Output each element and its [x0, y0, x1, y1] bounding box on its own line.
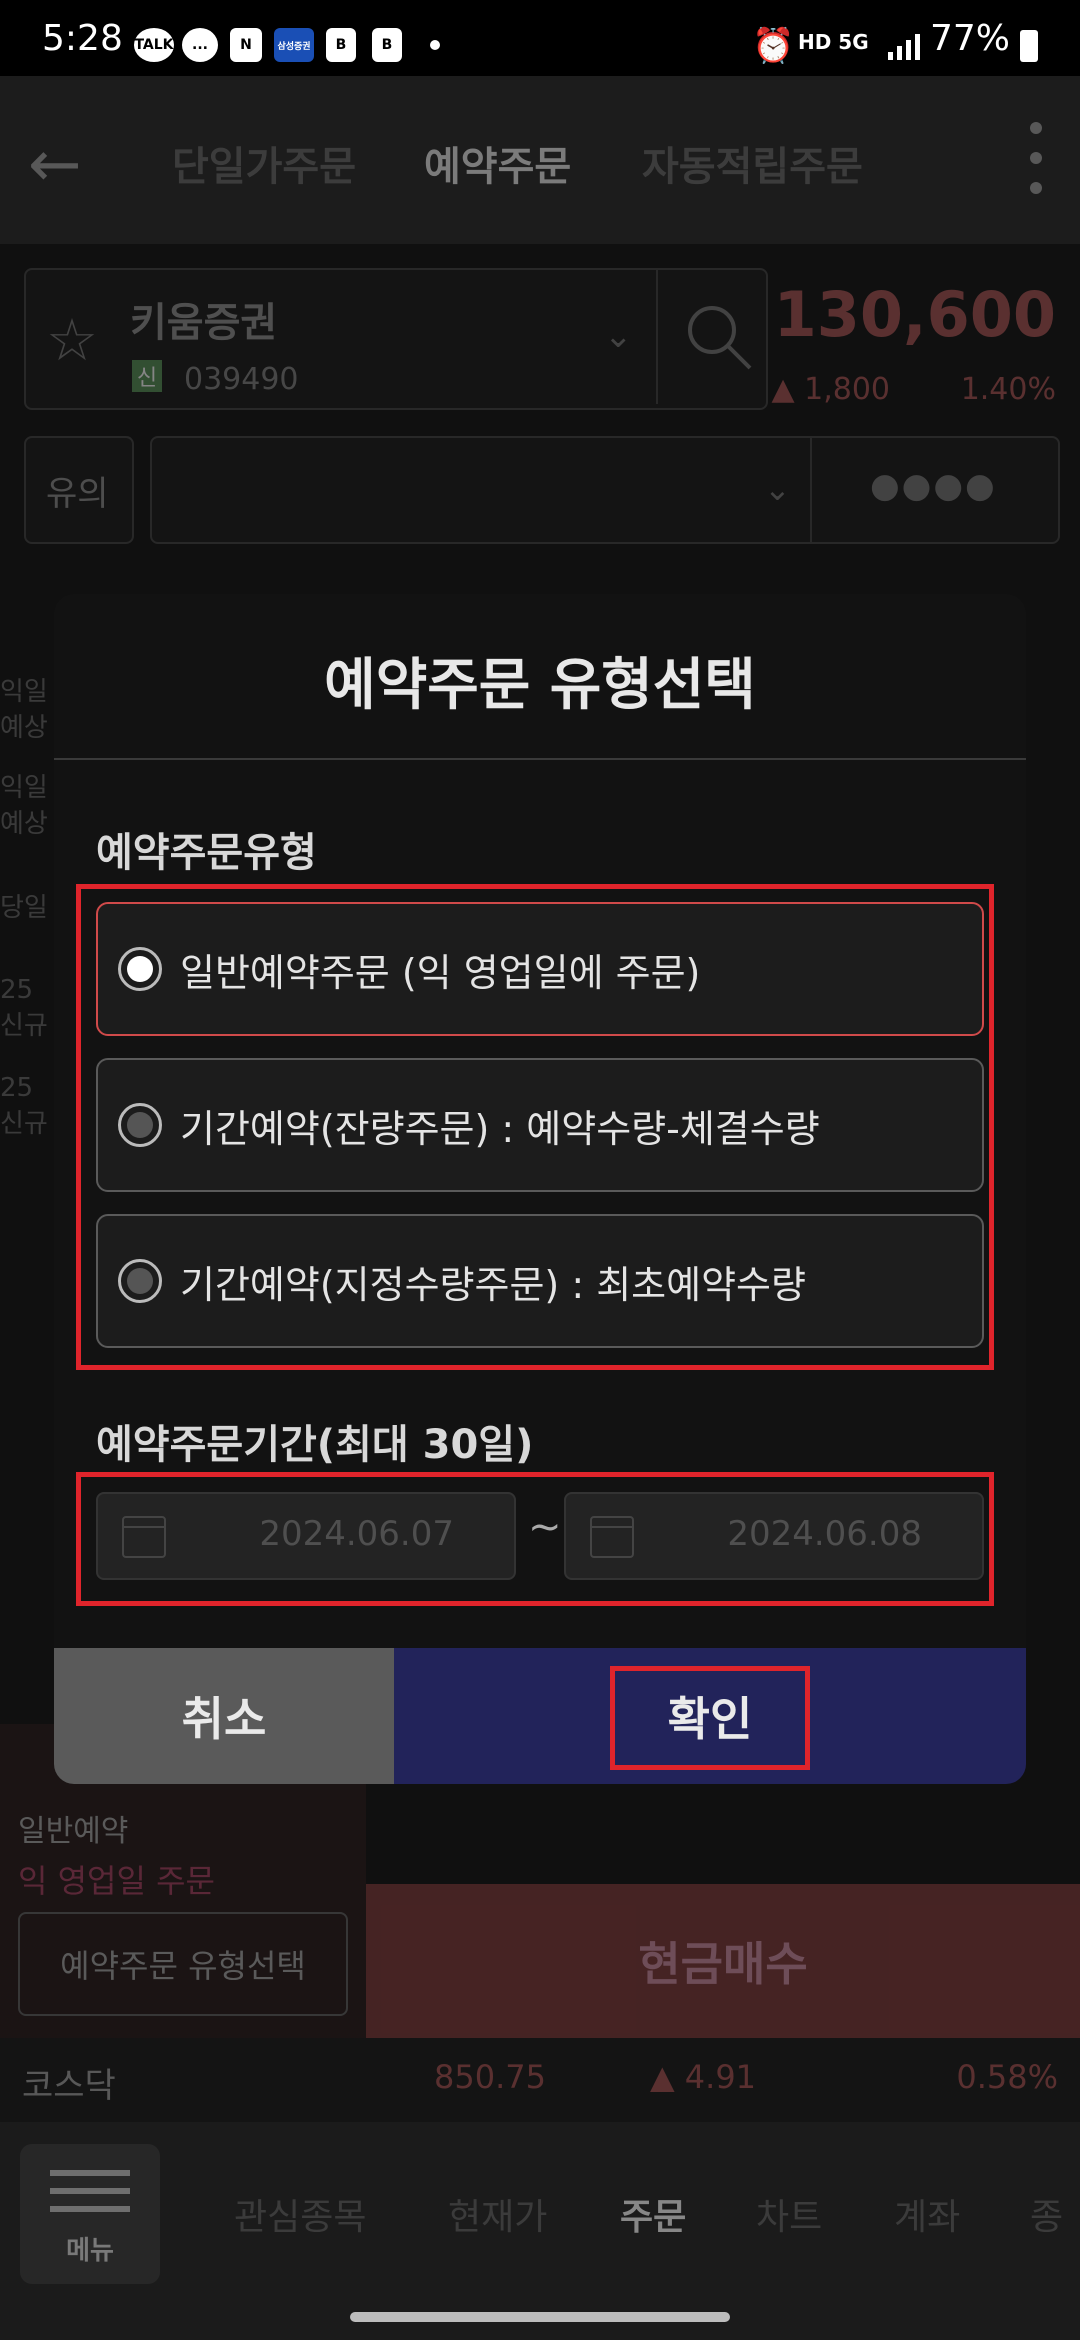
option-period-fixed-quantity[interactable]: 기간예약(지정수량주문) : 최초예약수량 [96, 1214, 984, 1348]
option-label: 기간예약(지정수량주문) : 최초예약수량 [180, 1262, 806, 1307]
status-time: 5:28 [42, 18, 123, 59]
radio-selected-icon[interactable] [118, 947, 162, 991]
option-label: 기간예약(잔량주문) : 예약수량-체결수량 [180, 1106, 820, 1151]
band-icon: B [372, 28, 402, 62]
radio-unselected-icon[interactable] [118, 1103, 162, 1147]
reservation-type-dialog: 예약주문 유형선택 예약주문유형 일반예약주문 (익 영업일에 주문) 기간예약… [54, 594, 1026, 1784]
option-general-reservation[interactable]: 일반예약주문 (익 영업일에 주문) [96, 902, 984, 1036]
calendar-icon [590, 1516, 634, 1558]
home-indicator[interactable] [350, 2312, 730, 2322]
end-date: 2024.06.08 [727, 1514, 922, 1554]
divider [54, 758, 1026, 760]
samsung-securities-icon: 삼성증권 [274, 28, 314, 62]
option-label: 일반예약주문 (익 영업일에 주문) [180, 950, 701, 995]
calendar-icon [122, 1516, 166, 1558]
date-separator: ~ [528, 1504, 562, 1550]
type-section-label: 예약주문유형 [96, 830, 317, 876]
status-bar: 5:28 TALK ... N 삼성증권 B B ⏰ HD 5G 77% [0, 0, 1080, 76]
battery-percent: 77% [930, 18, 1011, 59]
dialog-title: 예약주문 유형선택 [324, 653, 756, 718]
end-date-field[interactable]: 2024.06.08 [564, 1492, 984, 1580]
radio-unselected-icon[interactable] [118, 1259, 162, 1303]
start-date: 2024.06.07 [259, 1514, 454, 1554]
message-icon: ... [182, 28, 218, 62]
alarm-icon: ⏰ [752, 26, 795, 66]
naver-icon: N [230, 28, 262, 62]
confirm-highlight [610, 1666, 810, 1770]
battery-icon [1020, 30, 1038, 62]
network-label: HD 5G [798, 30, 869, 54]
kakaotalk-icon: TALK [134, 28, 174, 62]
signal-icon [888, 30, 920, 60]
period-section-label: 예약주문기간(최대 30일) [96, 1422, 534, 1468]
more-notifications-dot [430, 40, 440, 50]
start-date-field[interactable]: 2024.06.07 [96, 1492, 516, 1580]
cancel-button[interactable]: 취소 [54, 1648, 394, 1784]
band-icon: B [326, 28, 356, 62]
option-period-remaining[interactable]: 기간예약(잔량주문) : 예약수량-체결수량 [96, 1058, 984, 1192]
